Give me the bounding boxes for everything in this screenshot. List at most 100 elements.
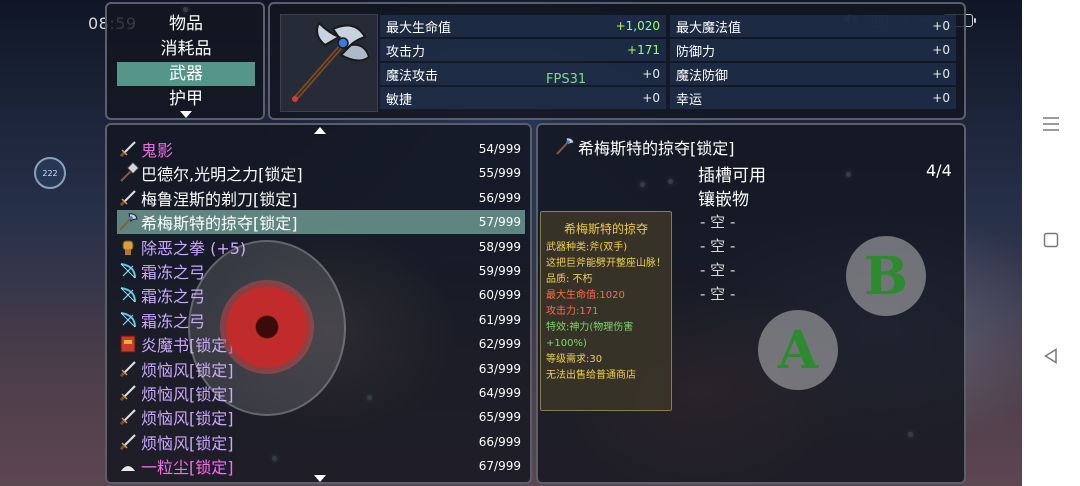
- item-row[interactable]: 巴德尔,光明之力[锁定] 55/999: [117, 161, 525, 185]
- android-nav-bar: [1022, 0, 1080, 486]
- item-count: 58/999: [478, 239, 521, 254]
- item-count: 61/999: [478, 312, 521, 327]
- stat-label: 幸运: [676, 92, 703, 108]
- stat-value: +0: [642, 91, 660, 105]
- stat-value: +1,020: [615, 19, 660, 33]
- sword-icon: [117, 358, 139, 380]
- stat-value: +0: [642, 67, 660, 81]
- sword-icon: [117, 138, 139, 160]
- bow-icon: [117, 260, 139, 282]
- inlay-label: 镶嵌物: [698, 190, 749, 210]
- item-name: 巴德尔,光明之力[锁定]: [141, 165, 303, 185]
- scroll-down-icon[interactable]: [314, 475, 326, 482]
- tooltip-line: 武器种类:斧(双手): [546, 242, 628, 253]
- b-button[interactable]: B: [846, 236, 926, 316]
- item-name: 霜冻之弓: [141, 263, 206, 282]
- item-count: 60/999: [478, 288, 521, 303]
- item-count: 55/999: [478, 166, 521, 181]
- stat-value: +0: [932, 19, 950, 33]
- sword-icon: [117, 382, 139, 404]
- book-icon: [117, 333, 139, 355]
- stat-label: 魔法攻击: [386, 68, 439, 84]
- item-row[interactable]: 烦恼风[锁定] 65/999: [117, 405, 525, 429]
- item-count: 63/999: [478, 361, 521, 376]
- back-icon[interactable]: [1022, 336, 1080, 376]
- item-name: 一粒尘[锁定]: [141, 458, 234, 478]
- axe-icon: [554, 135, 576, 161]
- item-count: 57/999: [478, 215, 521, 230]
- recents-icon[interactable]: [1022, 220, 1080, 260]
- tooltip-line: 攻击力:171: [546, 306, 599, 317]
- item-count: 65/999: [478, 410, 521, 425]
- item-count: 59/999: [478, 264, 521, 278]
- slots-label: 插槽可用: [698, 166, 766, 186]
- stat-value: +0: [932, 67, 950, 81]
- side-float-button[interactable]: 222: [34, 157, 66, 189]
- stat-label: 魔法防御: [676, 68, 729, 84]
- stat-row: 防御力 +0: [670, 39, 956, 61]
- bow-icon: [117, 284, 139, 306]
- stat-value: +0: [932, 91, 950, 105]
- a-button[interactable]: A: [758, 310, 838, 390]
- stat-label: 敏捷: [386, 92, 413, 108]
- sword-icon: [117, 406, 139, 428]
- item-count: 66/999: [478, 434, 521, 449]
- item-name: 鬼影: [141, 141, 174, 160]
- item-count: 56/999: [478, 190, 521, 205]
- item-row[interactable]: 梅鲁涅斯的剃刀[锁定] 56/999: [117, 186, 525, 210]
- stat-value: +0: [932, 43, 950, 57]
- slots-count: 4/4: [926, 161, 952, 180]
- tooltip-line: 品质: 不朽: [546, 274, 593, 285]
- item-row[interactable]: 除恶之拳 (+5) 58/999: [117, 235, 525, 259]
- tooltip-title: 希梅斯特的掠夺: [563, 222, 648, 236]
- fps-counter: FPS31: [546, 72, 587, 87]
- scroll-up-icon[interactable]: [314, 127, 326, 134]
- inlay-slot[interactable]: - 空 -: [700, 259, 735, 280]
- sword-icon: [117, 187, 139, 209]
- sword-icon: [117, 431, 139, 453]
- inlay-slot[interactable]: - 空 -: [700, 283, 735, 304]
- menu-icon[interactable]: [1022, 104, 1080, 144]
- item-name: 希梅斯特的掠夺[锁定]: [141, 214, 298, 234]
- category-item[interactable]: 物品: [117, 12, 255, 36]
- stat-label: 防御力: [676, 44, 716, 60]
- scroll-down-icon[interactable]: [180, 111, 192, 118]
- item-tooltip: 希梅斯特的掠夺 武器种类:斧(双手) 这把巨斧能劈开整座山脉！ 品质: 不朽最大生命…: [540, 211, 672, 411]
- category-item[interactable]: 消耗品: [117, 37, 255, 61]
- category-panel: 物品 消耗品 武器 护甲: [105, 2, 265, 120]
- stat-row: 幸运 +0: [670, 87, 956, 109]
- game-screen: 08:59 HD 5G 4G 222 物品 消耗品 武器 护甲: [0, 0, 1022, 486]
- item-count: 67/999: [478, 459, 521, 474]
- equipped-item-icon-box: [280, 14, 378, 112]
- tooltip-line: 这把巨斧能劈开整座山脉！: [546, 258, 666, 269]
- inlay-slot[interactable]: - 空 -: [700, 235, 735, 256]
- stat-row: 魔法攻击 +0: [380, 63, 666, 85]
- axe-icon: [292, 21, 371, 102]
- fist-icon: [117, 236, 139, 258]
- tooltip-line: 无法出售给普通商店: [546, 370, 636, 381]
- tooltip-line: 最大生命值:1020: [546, 290, 625, 301]
- stat-row: 攻击力 +171: [380, 39, 666, 61]
- category-item-selected[interactable]: 武器: [117, 62, 255, 86]
- stat-label: 最大生命值: [386, 20, 452, 36]
- stat-row: 最大生命值 +1,020: [380, 15, 666, 37]
- dust-icon: [117, 455, 139, 477]
- item-count: 62/999: [478, 337, 521, 352]
- stat-row: 敏捷 +0: [380, 87, 666, 109]
- item-row[interactable]: 烦恼风[锁定] 66/999: [117, 430, 525, 454]
- tooltip-line: 等级需求:30: [546, 354, 603, 365]
- inlay-slot[interactable]: - 空 -: [700, 211, 735, 232]
- item-count: 64/999: [478, 386, 521, 400]
- detail-title: 希梅斯特的掠夺[锁定]: [578, 139, 735, 158]
- category-item[interactable]: 护甲: [117, 87, 255, 111]
- item-name: 烦恼风[锁定]: [141, 433, 234, 453]
- item-row[interactable]: 鬼影 54/999: [117, 137, 525, 161]
- joystick-knob[interactable]: [220, 280, 314, 374]
- stat-label: 最大魔法值: [676, 20, 742, 36]
- stat-label: 攻击力: [386, 44, 426, 60]
- stat-value: +171: [627, 43, 660, 57]
- item-row-selected[interactable]: 希梅斯特的掠夺[锁定] 57/999: [117, 210, 525, 235]
- axe-icon: [117, 211, 139, 233]
- stat-row: 魔法防御 +0: [670, 63, 956, 85]
- stats-panel: 最大生命值 +1,020 最大魔法值 +0 攻击力 +171 防御力 +0 魔法…: [268, 2, 966, 120]
